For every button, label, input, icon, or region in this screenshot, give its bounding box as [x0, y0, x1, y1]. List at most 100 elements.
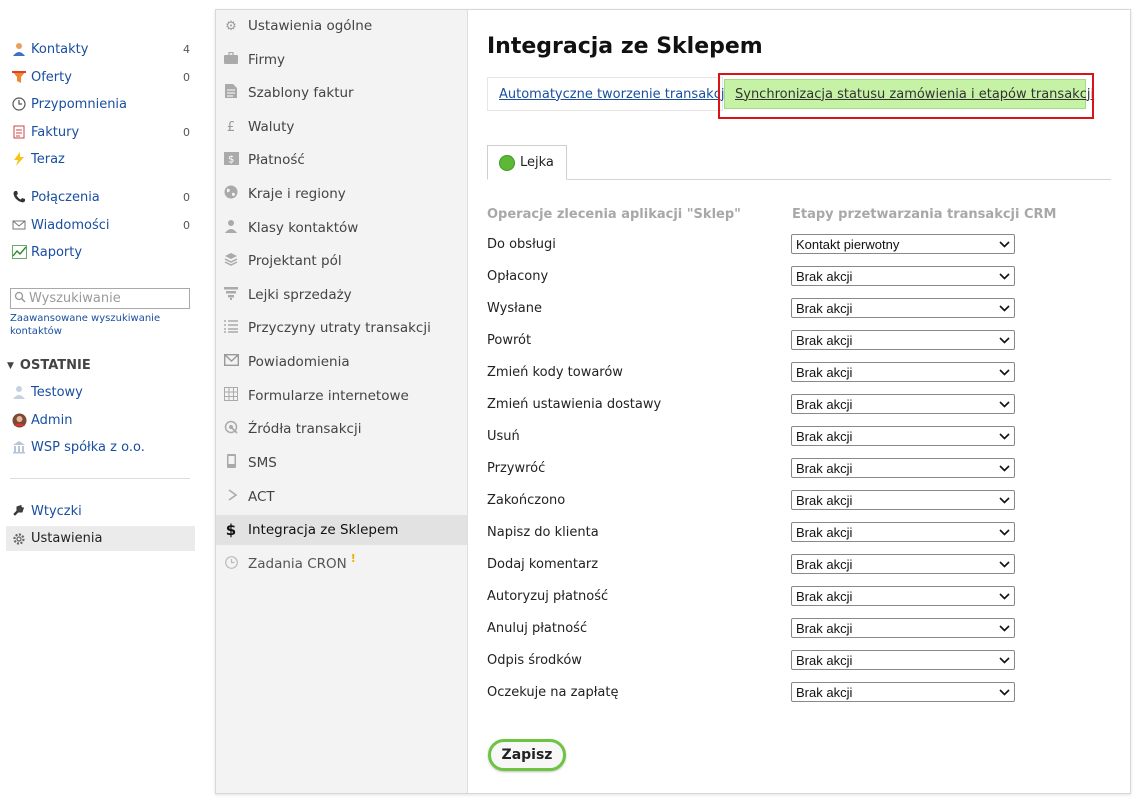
nav-label: Przypomnienia	[31, 96, 128, 112]
settings-item-label: Powiadomienia	[248, 354, 350, 370]
settings-item-platnosc[interactable]: $ Płatność	[216, 145, 467, 175]
settings-item-kraje[interactable]: Kraje i regiony	[216, 179, 467, 209]
nav-count: 0	[183, 218, 190, 232]
operation-label: Usuń	[487, 429, 520, 444]
funnel-icon	[222, 286, 240, 304]
stage-select[interactable]: Brak akcji	[791, 362, 1015, 382]
mobile-icon	[222, 454, 240, 472]
subtab-auto-transactions[interactable]: Automatyczne tworzenie transakcji	[487, 77, 728, 111]
nav-item-teraz[interactable]: Teraz	[6, 146, 195, 172]
settings-item-act[interactable]: ACT	[216, 482, 467, 512]
stage-select[interactable]: Brak akcji	[791, 682, 1015, 702]
stage-select[interactable]: Brak akcji	[791, 458, 1015, 478]
stage-select[interactable]: Kontakt pierwotny	[791, 234, 1015, 254]
settings-item-przyczyny[interactable]: Przyczyny utraty transakcji	[216, 313, 467, 343]
settings-item-szablony[interactable]: Szablony faktur	[216, 78, 467, 108]
stage-select[interactable]: Brak akcji	[791, 554, 1015, 574]
settings-item-formularze[interactable]: Formularze internetowe	[216, 381, 467, 411]
chevron-down-icon	[999, 268, 1010, 287]
stage-select[interactable]: Brak akcji	[791, 394, 1015, 414]
search-icon	[14, 291, 26, 306]
settings-item-waluty[interactable]: £ Waluty	[216, 112, 467, 142]
nav-count: 4	[183, 42, 190, 56]
source-icon	[222, 420, 240, 438]
recent-header-label: OSTATNIE	[19, 358, 91, 373]
operation-label: Zmień ustawienia dostawy	[487, 397, 662, 412]
recent-item-testowy[interactable]: Testowy	[6, 379, 195, 405]
nav-label: Ustawienia	[31, 531, 103, 546]
recent-header[interactable]: ▼ OSTATNIE	[7, 358, 91, 373]
table-row: Dodaj komentarz Brak akcji	[487, 554, 1047, 576]
nav-item-przypomnienia[interactable]: Przypomnienia	[6, 91, 195, 117]
green-dot-icon	[499, 154, 515, 171]
nav-count: 0	[183, 190, 190, 204]
settings-item-sms[interactable]: SMS	[216, 448, 467, 478]
envelope-icon	[10, 218, 28, 232]
stage-selected-value: Brak akcji	[796, 524, 853, 540]
settings-item-label: Kraje i regiony	[248, 186, 346, 202]
operation-label: Wysłane	[487, 301, 542, 316]
operation-label: Powrót	[487, 333, 532, 348]
nav-item-raporty[interactable]: Raporty	[6, 239, 195, 265]
nav-label: Połączenia	[31, 189, 100, 205]
table-row: Napisz do klienta Brak akcji	[487, 522, 1047, 544]
chevron-down-icon	[999, 300, 1010, 319]
nav-item-wiadomosci[interactable]: Wiadomości 0	[6, 212, 195, 238]
stage-select[interactable]: Brak akcji	[791, 266, 1015, 286]
settings-item-label: Firmy	[248, 52, 285, 68]
invoice-icon	[10, 125, 28, 139]
settings-item-cron[interactable]: Zadania CRON !	[216, 549, 467, 579]
recent-item-wsp[interactable]: WSP spółka z o.o.	[6, 434, 195, 460]
stage-select[interactable]: Brak akcji	[791, 586, 1015, 606]
settings-item-klasy[interactable]: Klasy kontaktów	[216, 213, 467, 243]
nav-item-faktury[interactable]: Faktury 0	[6, 119, 195, 145]
settings-item-integracja[interactable]: $ Integracja ze Sklepem	[216, 515, 467, 545]
nav-label: Raporty	[31, 244, 83, 260]
search-field[interactable]	[10, 288, 190, 309]
stage-select[interactable]: Brak akcji	[791, 426, 1015, 446]
chevron-down-icon	[999, 684, 1010, 703]
table-row: Autoryzuj płatność Brak akcji	[487, 586, 1047, 608]
chart-icon	[10, 245, 28, 259]
chevron-down-icon	[999, 524, 1010, 543]
operation-label: Oczekuje na zapłatę	[487, 685, 619, 700]
subtab-sync-status[interactable]: Synchronizacja statusu zamówienia i etap…	[724, 79, 1094, 109]
operation-label: Napisz do klienta	[487, 525, 599, 540]
nav-item-wtyczki[interactable]: Wtyczki	[6, 498, 195, 524]
recent-item-admin[interactable]: Admin	[6, 407, 195, 433]
nav-item-kontakty[interactable]: Kontakty 4	[6, 36, 195, 62]
settings-item-projektant[interactable]: Projektant pól	[216, 246, 467, 276]
settings-item-lejki[interactable]: Lejki sprzedaży	[216, 280, 467, 310]
stage-select[interactable]: Brak akcji	[791, 330, 1015, 350]
stage-select[interactable]: Brak akcji	[791, 650, 1015, 670]
save-button[interactable]: Zapisz	[488, 739, 566, 771]
advanced-search-link[interactable]: Zaawansowane wyszukiwanie kontaktów	[10, 312, 195, 338]
settings-item-label: Lejki sprzedaży	[248, 287, 352, 303]
stage-selected-value: Brak akcji	[796, 684, 853, 700]
nav-label: Kontakty	[31, 41, 89, 57]
stage-selected-value: Kontakt pierwotny	[796, 236, 900, 252]
clock-icon	[10, 97, 28, 111]
stage-select[interactable]: Brak akcji	[791, 490, 1015, 510]
recent-label: WSP spółka z o.o.	[31, 439, 145, 455]
nav-item-oferty[interactable]: Oferty 0	[6, 64, 195, 90]
settings-item-label: Przyczyny utraty transakcji	[248, 320, 431, 336]
grid-icon	[222, 387, 240, 405]
settings-item-label: Płatność	[248, 152, 305, 168]
stage-select[interactable]: Brak akcji	[791, 298, 1015, 318]
warning-icon: !	[350, 551, 356, 565]
stage-select[interactable]: Brak akcji	[791, 522, 1015, 542]
settings-item-powiadomienia[interactable]: Powiadomienia	[216, 347, 467, 377]
nav-item-polaczenia[interactable]: Połączenia 0	[6, 184, 195, 210]
nav-count: 0	[183, 125, 190, 139]
stage-select[interactable]: Brak akcji	[791, 618, 1015, 638]
settings-item-general[interactable]: ⚙ Ustawienia ogólne	[216, 11, 467, 41]
tab-lejka[interactable]: Lejka	[487, 145, 567, 180]
settings-item-firmy[interactable]: Firmy	[216, 45, 467, 75]
search-input[interactable]	[29, 291, 179, 306]
settings-item-zrodla[interactable]: Źródła transakcji	[216, 414, 467, 444]
chevron-down-icon	[999, 236, 1010, 255]
stage-selected-value: Brak akcji	[796, 556, 853, 572]
nav-item-ustawienia[interactable]: Ustawienia	[6, 526, 195, 551]
nav-label: Oferty	[31, 69, 72, 85]
